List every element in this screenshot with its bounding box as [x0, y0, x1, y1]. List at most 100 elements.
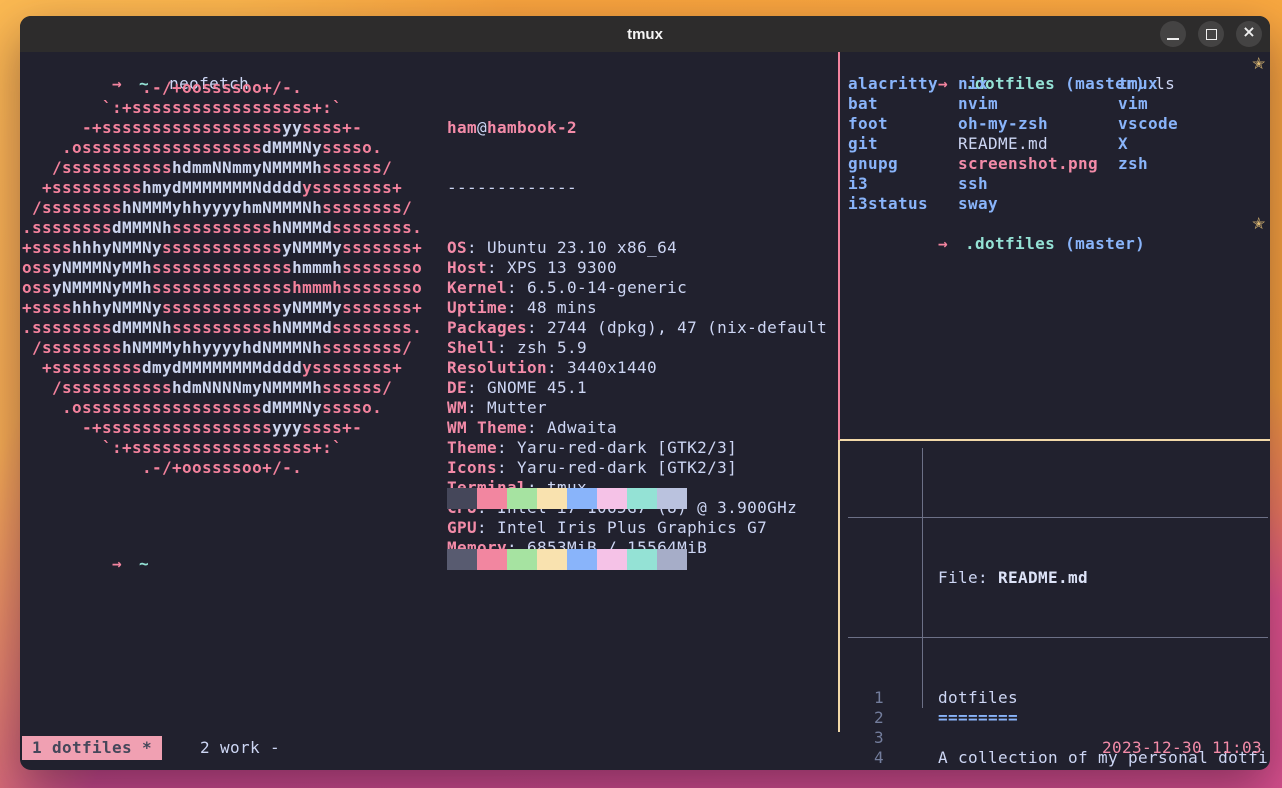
- neofetch-user-host: ham@hambook-2: [447, 118, 827, 138]
- palette-swatch: [597, 549, 627, 570]
- info-row: Host: XPS 13 9300: [447, 258, 827, 278]
- info-row: Shell: zsh 5.9: [447, 338, 827, 358]
- ascii-art-line: .-/+oossssoo+/-.: [22, 78, 422, 98]
- palette-swatch: [447, 549, 477, 570]
- listing-directory: tmux: [1118, 74, 1158, 94]
- ascii-art-line: +sssssssssdmydMMMMMMMMddddyssssssss+: [22, 358, 422, 378]
- listing-row: gnupgscreenshot.pngzsh: [848, 154, 1178, 174]
- info-row: Uptime: 48 mins: [447, 298, 827, 318]
- window-titlebar[interactable]: tmux ×: [20, 16, 1270, 52]
- git-dirty-star-icon: ✭: [1252, 54, 1265, 74]
- tmux-session: →~neofetch .-/+oossssoo+/-. `:+sssssssss…: [20, 52, 1270, 770]
- ascii-art-line: /sssssssshNMMMyhhyyyyhdNMMMNhssssssss/: [22, 338, 422, 358]
- listing-directory: zsh: [1118, 154, 1148, 174]
- listing-row: alacrittynixtmux: [848, 74, 1178, 94]
- palette-swatch: [507, 549, 537, 570]
- palette-swatch: [597, 488, 627, 509]
- palette-row-bright: [447, 549, 687, 570]
- palette-swatch: [537, 549, 567, 570]
- maximize-button[interactable]: [1198, 21, 1224, 47]
- readme-line: les.: [848, 768, 1270, 770]
- ascii-art-line: /ssssssssssshdmmNNmmyNMMMMhssssss/: [22, 158, 422, 178]
- ascii-art-line: .ssssssssdMMMNhsssssssssshNMMMdssssssss.: [22, 218, 422, 238]
- window-controls: ×: [1160, 21, 1262, 47]
- top-right-pane[interactable]: →.dotfiles(master)ls ✭ alacrittynixtmuxb…: [848, 52, 1270, 438]
- palette-swatch: [657, 549, 687, 570]
- listing-directory: foot: [848, 114, 958, 134]
- maximize-icon: [1206, 29, 1217, 40]
- ascii-art-line: /sssssssshNMMMyhhyyyyhmNMMMNhssssssss/: [22, 198, 422, 218]
- git-branch: (master): [1065, 234, 1145, 253]
- shell-prompt: →~neofetch: [32, 54, 249, 74]
- neofetch-color-palette: [447, 448, 687, 610]
- palette-swatch: [447, 488, 477, 509]
- listing-directory: vim: [1118, 94, 1148, 114]
- readme-line: 1dotfiles: [848, 688, 1270, 708]
- ascii-art-line: ossyNMMMNyMMhsssssssssssssshmmmhssssssso: [22, 258, 422, 278]
- line-number: 1: [848, 688, 884, 708]
- info-row: WM Theme: Adwaita: [447, 418, 827, 438]
- ascii-art-line: ossyNMMMNyMMhsssssssssssssshmmmhssssssso: [22, 278, 422, 298]
- host-name: hambook-2: [487, 118, 577, 137]
- listing-directory: alacritty: [848, 74, 958, 94]
- listing-directory: X: [1118, 134, 1128, 154]
- neofetch-separator: -------------: [447, 178, 827, 198]
- ascii-art-line: +sssshhhyNMMNyssssssssssssyNMMMysssssss+: [22, 298, 422, 318]
- pane-border-vertical-inactive[interactable]: [838, 52, 840, 440]
- listing-directory: i3status: [848, 194, 958, 214]
- listing-file: README.md: [958, 134, 1118, 154]
- listing-directory: nix: [958, 74, 1118, 94]
- neofetch-ascii-art: .-/+oossssoo+/-. `:+ssssssssssssssssss+:…: [22, 78, 422, 478]
- ascii-art-line: /ssssssssssshdmNNNNmyNMMMMhssssss/: [22, 378, 422, 398]
- listing-directory: i3: [848, 174, 958, 194]
- listing-directory: vscode: [1118, 114, 1178, 134]
- status-clock: 2023-12-30 11:03: [1102, 736, 1262, 760]
- prompt-cwd: .dotfiles: [965, 234, 1055, 253]
- left-pane[interactable]: →~neofetch .-/+oossssoo+/-. `:+sssssssss…: [20, 52, 838, 732]
- listing-row: gitREADME.mdX: [848, 134, 1178, 154]
- ascii-art-line: +sssshhhyNMMNyssssssssssssyNMMMysssssss+: [22, 238, 422, 258]
- listing-row: batnvimvim: [848, 94, 1178, 114]
- shell-prompt-idle: →.dotfiles(master): [858, 214, 1145, 234]
- file-listing: alacrittynixtmuxbatnvimvimfootoh-my-zshv…: [848, 74, 1178, 214]
- pane-border-horizontal-active[interactable]: [840, 439, 1270, 441]
- close-button[interactable]: ×: [1236, 21, 1262, 47]
- palette-swatch: [477, 549, 507, 570]
- listing-directory: oh-my-zsh: [958, 114, 1118, 134]
- shell-prompt-ls: →.dotfiles(master)ls: [858, 54, 1175, 74]
- minimize-icon: [1167, 38, 1179, 40]
- info-row: WM: Mutter: [447, 398, 827, 418]
- info-row: OS: Ubuntu 23.10 x86_64: [447, 238, 827, 258]
- bat-header: File: README.md: [848, 568, 1270, 588]
- readme-line: 2========: [848, 708, 1270, 728]
- listing-directory: nvim: [958, 94, 1118, 114]
- listing-row: i3statussway: [848, 194, 1178, 214]
- listing-image-file: screenshot.png: [958, 154, 1118, 174]
- palette-swatch: [567, 488, 597, 509]
- bat-file-label: File:: [938, 568, 988, 587]
- window-title: tmux: [627, 26, 663, 43]
- ascii-art-line: .ossssssssssssssssssdMMMNysssso.: [22, 138, 422, 158]
- palette-row-normal: [447, 488, 687, 509]
- listing-row: footoh-my-zshvscode: [848, 114, 1178, 134]
- palette-swatch: [537, 488, 567, 509]
- bat-file-name: README.md: [998, 568, 1088, 587]
- prompt-arrow-icon: →: [112, 554, 122, 573]
- pane-border-vertical-active[interactable]: [838, 440, 840, 732]
- palette-swatch: [567, 549, 597, 570]
- info-row: DE: GNOME 45.1: [447, 378, 827, 398]
- bat-rule-mid: [848, 628, 1270, 648]
- listing-directory: ssh: [958, 174, 1118, 194]
- palette-swatch: [477, 488, 507, 509]
- info-row: Packages: 2744 (dpkg), 47 (nix-default: [447, 318, 827, 338]
- tmux-window-1-active[interactable]: 1 dotfiles *: [22, 736, 162, 760]
- at-sign: @: [477, 118, 487, 137]
- git-dirty-star-icon: ✭: [1252, 214, 1265, 234]
- bottom-right-pane[interactable]: File: README.md 1dotfiles2========34A co…: [848, 448, 1270, 732]
- minimize-button[interactable]: [1160, 21, 1186, 47]
- ascii-art-line: .ssssssssdMMMNhsssssssssshNMMMdssssssss.: [22, 318, 422, 338]
- info-row: Resolution: 3440x1440: [447, 358, 827, 378]
- listing-row: i3ssh: [848, 174, 1178, 194]
- tmux-window-2[interactable]: 2 work -: [200, 736, 280, 760]
- ascii-art-line: -+ssssssssssssssssssyyssss+-: [22, 118, 422, 138]
